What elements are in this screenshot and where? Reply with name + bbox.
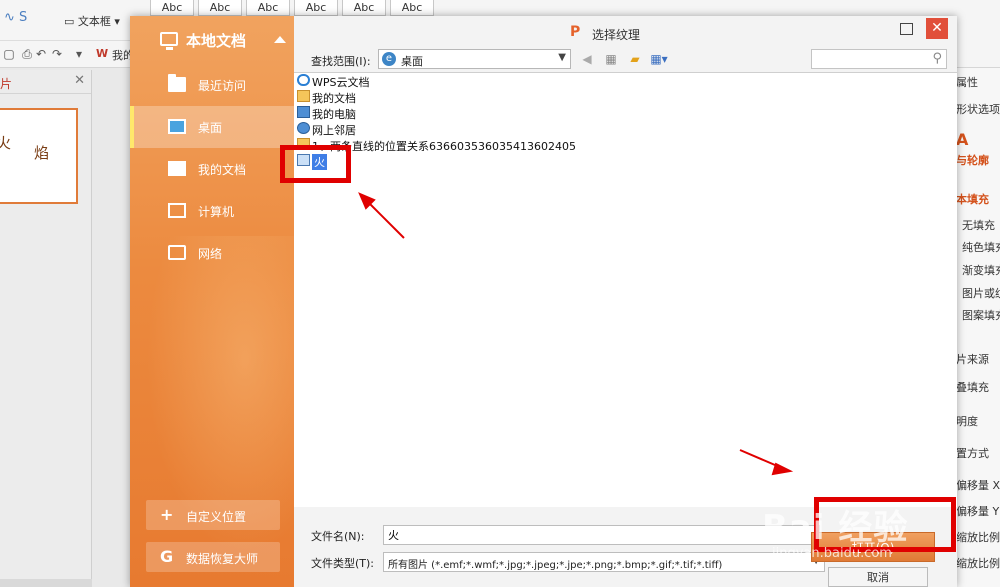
arrow-to-file	[358, 192, 405, 239]
annotation-arrows	[358, 192, 794, 476]
watermark-url: jingyan.baidu.com	[772, 546, 892, 561]
watermark-logo: Bai 经验	[762, 508, 909, 548]
baidu-watermark: Bai 经验 jingyan.baidu.com	[762, 500, 962, 587]
arrow-to-open	[739, 449, 794, 476]
